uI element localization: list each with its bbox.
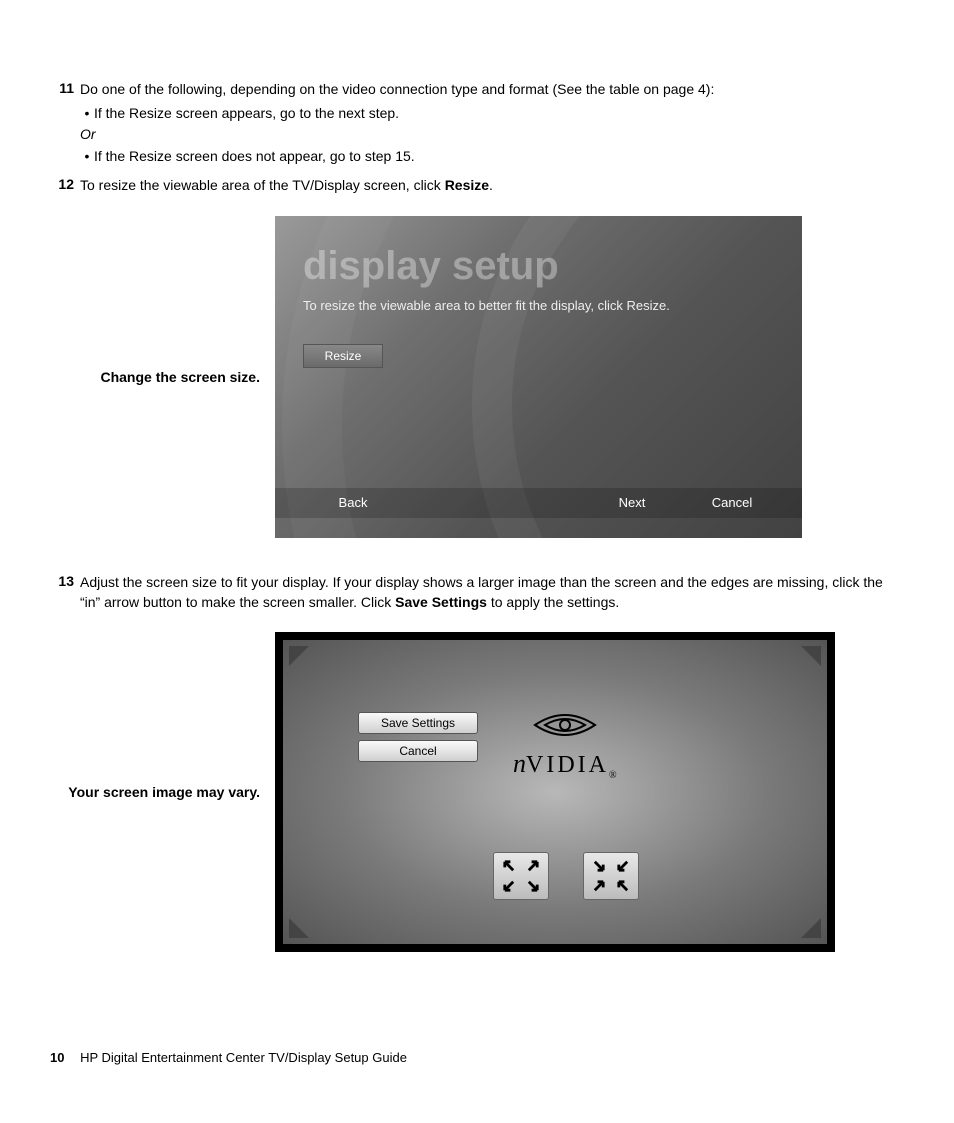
arrow-in-bl-icon [592, 879, 606, 893]
step-11-or: Or [80, 125, 904, 145]
resize-button[interactable]: Resize [303, 344, 383, 368]
step-11-intro: Do one of the following, depending on th… [80, 81, 714, 97]
step-13: 13 Adjust the screen size to fit your di… [50, 573, 904, 612]
step-12-resize-word: Resize [445, 177, 489, 193]
step-number: 11 [50, 80, 74, 170]
nvidia-eye-icon [530, 705, 600, 745]
step-number: 12 [50, 176, 74, 196]
expand-out-button[interactable] [493, 852, 549, 900]
nvidia-logo: nVIDIA® [513, 705, 617, 781]
step-11-bullet-1: If the Resize screen appears, go to the … [94, 104, 399, 124]
step-12: 12 To resize the viewable area of the TV… [50, 176, 904, 196]
figure-display-setup: Change the screen size. display setup To… [50, 216, 904, 538]
arrow-in-br-icon [616, 879, 630, 893]
corner-handle-br-icon[interactable] [801, 918, 821, 938]
corner-handle-tl-icon[interactable] [289, 646, 309, 666]
cancel-button[interactable]: Cancel [702, 492, 762, 514]
arrow-in-tl-icon [592, 859, 606, 873]
arrow-in-tr-icon [616, 859, 630, 873]
display-setup-subtitle: To resize the viewable area to better fi… [303, 298, 670, 313]
display-setup-title: display setup [303, 244, 559, 289]
step-13-text-c: to apply the settings. [487, 594, 619, 610]
registered-mark: ® [609, 770, 617, 781]
page-footer: 10 HP Digital Entertainment Center TV/Di… [50, 1050, 407, 1065]
cancel-button[interactable]: Cancel [358, 740, 478, 762]
next-button[interactable]: Next [602, 492, 662, 514]
bullet-icon: • [80, 104, 94, 124]
footer-title: HP Digital Entertainment Center TV/Displ… [80, 1050, 407, 1065]
arrow-out-tr-icon [526, 859, 540, 873]
corner-handle-tr-icon[interactable] [801, 646, 821, 666]
arrow-out-br-icon [526, 879, 540, 893]
step-12-text-c: . [489, 177, 493, 193]
nvidia-resize-screenshot: Save Settings Cancel nVIDIA® [275, 632, 835, 952]
corner-handle-bl-icon[interactable] [289, 918, 309, 938]
step-number: 13 [50, 573, 74, 612]
page-number: 10 [50, 1050, 64, 1065]
save-settings-button[interactable]: Save Settings [358, 712, 478, 734]
figure-2-caption: Your screen image may vary. [50, 783, 275, 802]
shrink-in-button[interactable] [583, 852, 639, 900]
arrow-out-bl-icon [502, 879, 516, 893]
bullet-icon: • [80, 147, 94, 167]
nvidia-logo-text: VIDIA [526, 752, 609, 778]
back-button[interactable]: Back [323, 492, 383, 514]
figure-1-caption: Change the screen size. [50, 368, 275, 387]
display-setup-screenshot: display setup To resize the viewable are… [275, 216, 802, 538]
step-11-bullet-2: If the Resize screen does not appear, go… [94, 147, 415, 167]
step-11: 11 Do one of the following, depending on… [50, 80, 904, 170]
arrow-out-tl-icon [502, 859, 516, 873]
step-13-save-word: Save Settings [395, 594, 487, 610]
figure-nvidia-resize: Your screen image may vary. Save Setting… [50, 632, 904, 952]
step-12-text-a: To resize the viewable area of the TV/Di… [80, 177, 445, 193]
nvidia-n: n [513, 749, 526, 778]
